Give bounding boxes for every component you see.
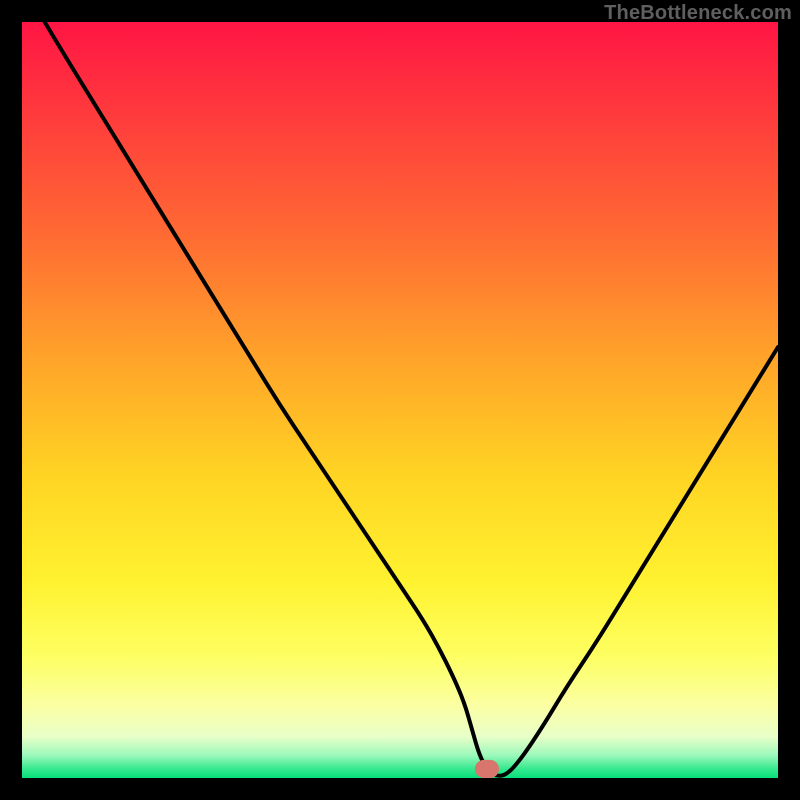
watermark-text: TheBottleneck.com: [604, 2, 792, 25]
bottleneck-chart: [22, 22, 778, 778]
chart-frame: TheBottleneck.com: [0, 0, 800, 800]
gradient-background: [22, 22, 778, 778]
optimal-marker: [475, 760, 499, 778]
